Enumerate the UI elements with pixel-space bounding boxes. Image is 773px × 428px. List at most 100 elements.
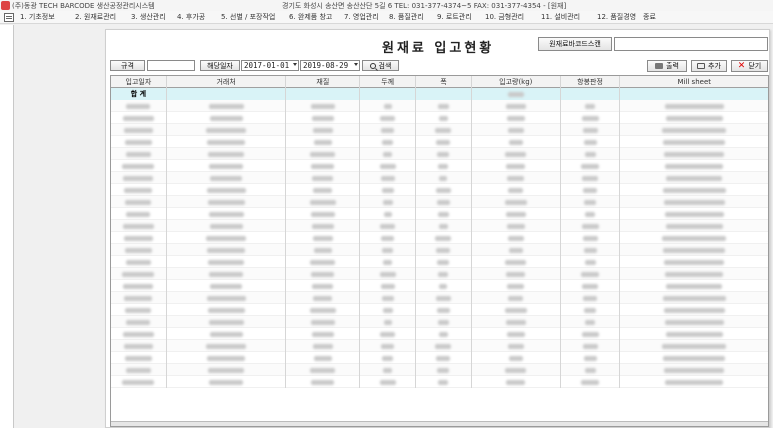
receipt-grid[interactable]: 입고일자 거래처 재질 두께 폭 입고량(kg) 항봉판정 Mill sheet… (110, 75, 769, 427)
spec-button[interactable]: 규격 (110, 60, 145, 71)
date-from-picker[interactable]: 2017-01-01 (241, 60, 299, 71)
table-cell (561, 136, 621, 148)
table-row[interactable] (111, 244, 768, 256)
table-cell (416, 112, 472, 124)
close-button[interactable]: ✕ 닫기 (731, 60, 768, 72)
table-row[interactable] (111, 208, 768, 220)
menu-window-icon[interactable] (4, 12, 14, 22)
menu-item-sorting-packing[interactable]: 5. 선별 / 포장작업 (221, 12, 289, 22)
table-cell (286, 184, 361, 196)
date-to-picker[interactable]: 2019-08-29 (300, 60, 360, 71)
table-cell (620, 172, 768, 184)
menu-item-quality[interactable]: 8. 품질관리 (389, 12, 437, 22)
table-cell (167, 160, 287, 172)
menu-item-sales[interactable]: 7. 영업관리 (344, 12, 389, 22)
table-row[interactable] (111, 316, 768, 328)
table-cell (561, 160, 621, 172)
table-cell (416, 292, 472, 304)
column-header-material[interactable]: 재질 (286, 76, 361, 88)
chevron-down-icon[interactable] (354, 63, 358, 66)
table-row[interactable] (111, 376, 768, 388)
table-cell (360, 280, 417, 292)
column-header-vendor[interactable]: 거래처 (167, 76, 287, 88)
chevron-down-icon[interactable] (293, 63, 297, 66)
table-row[interactable] (111, 256, 768, 268)
barcode-input[interactable] (614, 37, 768, 51)
table-row[interactable] (111, 172, 768, 184)
table-row[interactable] (111, 304, 768, 316)
table-row[interactable] (111, 220, 768, 232)
table-row[interactable] (111, 364, 768, 376)
table-row[interactable] (111, 196, 768, 208)
table-row[interactable] (111, 352, 768, 364)
column-header-mill-sheet[interactable]: Mill sheet (620, 76, 768, 88)
table-cell (360, 124, 417, 136)
barcode-scan-button[interactable]: 원재료바코드스캔 (538, 37, 612, 51)
close-button-label: 닫기 (748, 62, 762, 70)
menu-item-lot[interactable]: 9. 로트관리 (437, 12, 485, 22)
table-row[interactable] (111, 292, 768, 304)
table-cell (620, 208, 768, 220)
table-row[interactable] (111, 340, 768, 352)
table-cell (561, 340, 621, 352)
table-cell (472, 112, 561, 124)
add-button[interactable]: 추가 (691, 60, 727, 72)
grid-total-row: 합 계 (111, 88, 768, 100)
table-cell (620, 328, 768, 340)
total-quantity-value (472, 88, 561, 100)
table-cell (416, 220, 472, 232)
table-cell (472, 376, 561, 388)
table-cell (620, 244, 768, 256)
table-cell (286, 112, 361, 124)
table-cell (561, 220, 621, 232)
table-cell (561, 232, 621, 244)
table-cell (286, 268, 361, 280)
table-row[interactable] (111, 328, 768, 340)
table-row[interactable] (111, 100, 768, 112)
table-row[interactable] (111, 112, 768, 124)
table-cell (286, 196, 361, 208)
table-cell (620, 340, 768, 352)
table-row[interactable] (111, 136, 768, 148)
company-info: 경기도 화성시 송산면 송산산단 5길 6 TEL: 031-377-4374~… (282, 1, 567, 10)
raw-material-receipt-form: 원재료 입고현황 원재료바코드스캔 규격 해당일자 2017-01-01 201… (105, 29, 770, 428)
menu-item-finished-warehouse[interactable]: 6. 완제품 창고 (289, 12, 344, 22)
table-cell (360, 184, 417, 196)
table-row[interactable] (111, 232, 768, 244)
print-button[interactable]: 출력 (647, 60, 687, 72)
table-cell (561, 244, 621, 256)
menu-item-raw-material[interactable]: 2. 원재료관리 (75, 12, 131, 22)
date-filter-button[interactable]: 해당일자 (200, 60, 240, 71)
search-button[interactable]: 검색 (362, 60, 399, 71)
table-cell (111, 316, 167, 328)
menu-item-exit[interactable]: 종료 (643, 12, 656, 22)
table-cell (561, 124, 621, 136)
table-row[interactable] (111, 268, 768, 280)
table-cell (620, 376, 768, 388)
column-header-width[interactable]: 폭 (416, 76, 472, 88)
table-cell (167, 316, 287, 328)
table-row[interactable] (111, 124, 768, 136)
table-row[interactable] (111, 280, 768, 292)
spec-input[interactable] (147, 60, 195, 71)
table-cell (167, 196, 287, 208)
column-header-receipt-date[interactable]: 입고일자 (111, 76, 167, 88)
search-icon (369, 62, 376, 69)
date-from-value: 2017-01-01 (244, 61, 290, 70)
print-button-label: 출력 (666, 62, 679, 70)
menu-item-mold[interactable]: 10. 금형관리 (485, 12, 541, 22)
column-header-quantity[interactable]: 입고량(kg) (472, 76, 561, 88)
menu-item-basic-info[interactable]: 1. 기초정보 (20, 12, 75, 22)
column-header-inspection[interactable]: 항봉판정 (561, 76, 621, 88)
menu-item-quality-management[interactable]: 12. 품질경영 (597, 12, 643, 22)
menu-item-production[interactable]: 3. 생산관리 (131, 12, 177, 22)
table-row[interactable] (111, 184, 768, 196)
menu-item-equipment[interactable]: 11. 설비관리 (541, 12, 597, 22)
grid-horizontal-scrollbar[interactable] (111, 421, 768, 426)
column-header-thickness[interactable]: 두께 (360, 76, 417, 88)
table-row[interactable] (111, 148, 768, 160)
table-cell (620, 256, 768, 268)
menu-item-post-processing[interactable]: 4. 후가공 (177, 12, 221, 22)
table-row[interactable] (111, 160, 768, 172)
table-cell (360, 112, 417, 124)
